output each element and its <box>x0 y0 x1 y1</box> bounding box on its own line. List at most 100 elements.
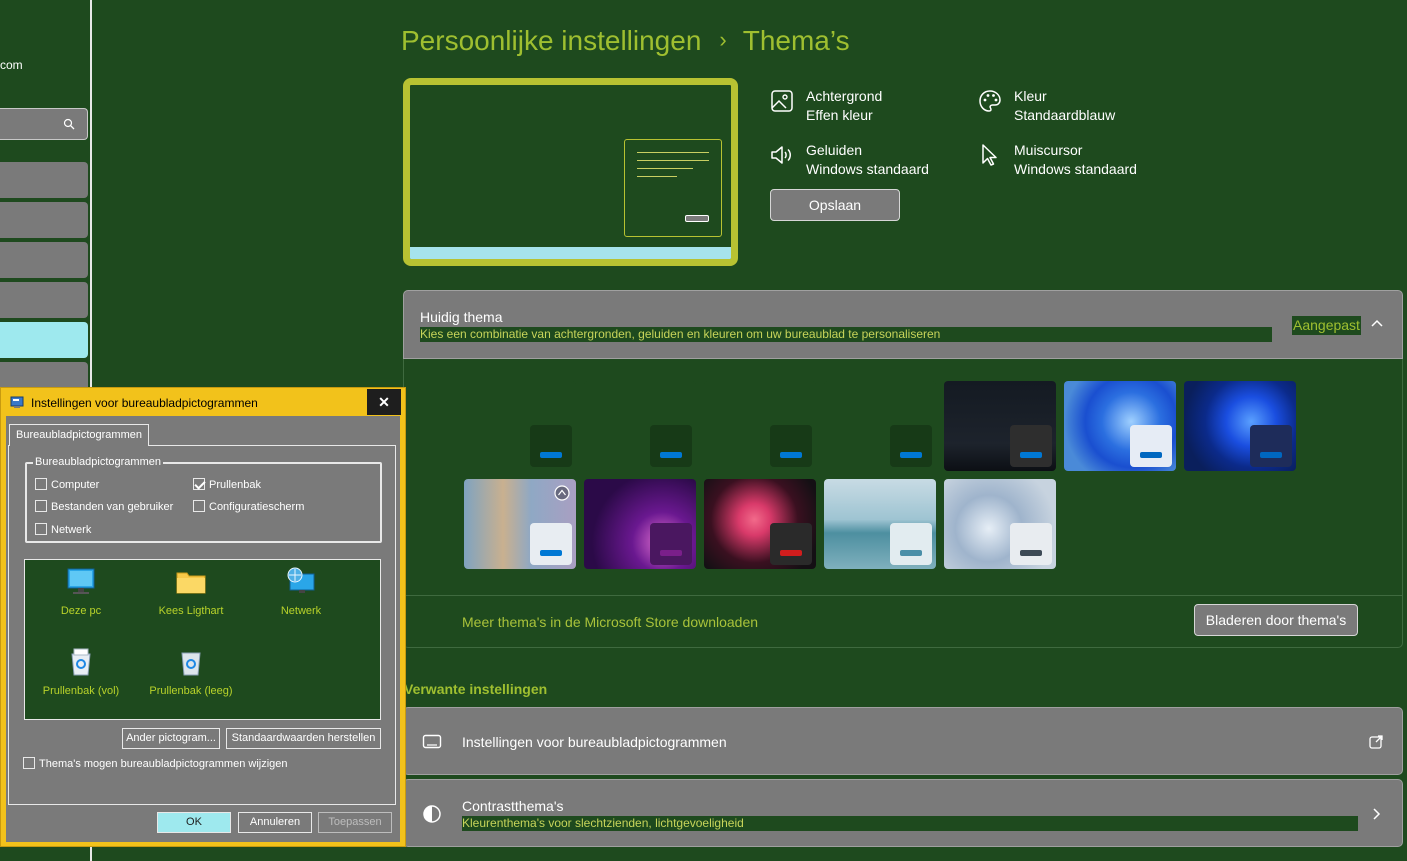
related-settings-heading: Verwante instellingen <box>404 681 548 697</box>
palette-icon <box>979 90 1001 112</box>
sidebar-item[interactable] <box>0 202 88 238</box>
chevron-up-icon[interactable] <box>1370 318 1384 328</box>
theme-color-chip <box>890 425 932 467</box>
sidebar-item[interactable] <box>0 242 88 278</box>
more-themes-link[interactable]: Meer thema's in de Microsoft Store downl… <box>462 614 758 630</box>
theme-thumbnail[interactable] <box>584 479 696 569</box>
checkbox-box <box>23 757 35 770</box>
desktop-icon-settings-dialog: Instellingen voor bureaubladpictogrammen… <box>0 387 406 847</box>
theme-thumbnail[interactable] <box>704 381 816 471</box>
contrast-themes-title: Contrastthema's <box>462 798 564 814</box>
search-input[interactable] <box>0 108 88 140</box>
background-label: Achtergrond <box>806 88 883 104</box>
divider <box>404 595 1402 596</box>
checkbox-box <box>193 500 205 513</box>
theme-accent-bar <box>1020 452 1042 458</box>
checkbox-label: Netwerk <box>51 524 92 536</box>
cursor-label: Muiscursor <box>1014 142 1083 158</box>
breadcrumb: Persoonlijke instellingen › Thema’s <box>401 25 850 57</box>
sounds-value: Windows standaard <box>806 161 929 177</box>
monitor-icon <box>422 734 442 749</box>
network-checkbox[interactable]: Netwerk <box>35 523 92 537</box>
recycle-bin-full-item[interactable]: Prullenbak (vol) <box>36 646 126 697</box>
control-panel-checkbox[interactable]: Configuratiescherm <box>193 500 305 514</box>
desktop-icons-group: Bureaubladpictogrammen Computer Prullenb… <box>25 456 382 543</box>
theme-color-chip <box>770 425 812 467</box>
background-setting[interactable]: Achtergrond Effen kleur <box>770 87 950 127</box>
theme-thumbnail[interactable] <box>584 381 696 471</box>
user-folder-item[interactable]: Kees Ligthart <box>146 566 236 617</box>
tab-desktop-icons[interactable]: Bureaubladpictogrammen <box>9 424 149 446</box>
save-theme-button[interactable]: Opslaan <box>770 189 900 221</box>
color-value: Standaardblauw <box>1014 107 1116 123</box>
recycle-bin-full-icon <box>71 648 91 676</box>
recycle-bin-empty-item[interactable]: Prullenbak (leeg) <box>146 646 236 697</box>
checkbox-box <box>35 500 47 513</box>
contrast-themes-description: Kleurenthema's voor slechtzienden, licht… <box>462 816 1358 831</box>
theme-thumbnail[interactable] <box>464 381 576 471</box>
desktop-icon-settings-link[interactable]: Instellingen voor bureaubladpictogrammen <box>403 707 1403 775</box>
search-icon <box>63 118 75 130</box>
theme-thumbnail[interactable] <box>824 479 936 569</box>
breadcrumb-parent[interactable]: Persoonlijke instellingen <box>401 25 701 56</box>
group-label: Bureaubladpictogrammen <box>33 456 163 468</box>
theme-accent-bar <box>900 550 922 556</box>
contrast-icon <box>423 805 441 823</box>
computer-checkbox[interactable]: Computer <box>35 478 99 492</box>
checkbox-label: Bestanden van gebruiker <box>51 501 174 513</box>
theme-color-chip <box>890 523 932 565</box>
theme-color-chip <box>650 425 692 467</box>
user-files-checkbox[interactable]: Bestanden van gebruiker <box>35 500 174 514</box>
theme-thumbnail[interactable] <box>1064 381 1176 471</box>
theme-thumbnail[interactable] <box>704 479 816 569</box>
icon-label: Deze pc <box>60 605 102 617</box>
page-title: Thema’s <box>742 25 850 56</box>
browse-themes-button[interactable]: Bladeren door thema's <box>1194 604 1358 636</box>
speaker-icon <box>771 146 791 164</box>
cursor-setting[interactable]: Muiscursor Windows standaard <box>978 141 1158 181</box>
sidebar-item[interactable] <box>0 162 88 198</box>
network-item[interactable]: Netwerk <box>256 566 346 617</box>
preview-taskbar <box>410 247 731 259</box>
allow-themes-checkbox[interactable]: Thema's mogen bureaubladpictogrammen wij… <box>23 757 288 771</box>
recycle-bin-checkbox[interactable]: Prullenbak <box>193 478 261 492</box>
theme-accent-bar <box>660 550 682 556</box>
theme-thumbnail[interactable] <box>1184 381 1296 471</box>
theme-preview <box>403 78 738 266</box>
theme-thumbnail[interactable] <box>824 381 936 471</box>
cancel-button[interactable]: Annuleren <box>238 812 312 833</box>
theme-accent-bar <box>1140 452 1162 458</box>
dialog-client: Bureaubladpictogrammen Bureaubladpictogr… <box>6 416 400 842</box>
change-icon-button[interactable]: Ander pictogram... <box>122 728 220 749</box>
color-setting[interactable]: Kleur Standaardblauw <box>978 87 1158 127</box>
contrast-themes-link[interactable]: Contrastthema's Kleurenthema's voor slec… <box>403 779 1403 847</box>
this-pc-item[interactable]: Deze pc <box>36 566 126 617</box>
checkbox-label: Configuratiescherm <box>209 501 305 513</box>
dialog-title: Instellingen voor bureaubladpictogrammen <box>31 396 258 410</box>
theme-accent-bar <box>900 452 922 458</box>
icon-label: Kees Ligthart <box>158 605 224 617</box>
dialog-titlebar[interactable]: Instellingen voor bureaubladpictogrammen… <box>1 388 405 416</box>
theme-thumbnail[interactable] <box>944 479 1056 569</box>
theme-color-chip <box>1010 425 1052 467</box>
sidebar-item-personalization[interactable] <box>0 322 88 358</box>
apply-button[interactable]: Toepassen <box>318 812 392 833</box>
icon-label: Netwerk <box>280 605 322 617</box>
theme-accent-bar <box>540 452 562 458</box>
tab-panel: Bureaubladpictogrammen Computer Prullenb… <box>8 445 396 805</box>
desktop-icons-list: Deze pc Kees Ligthart Netwerk Prullenbak… <box>24 559 381 720</box>
theme-accent-bar <box>780 550 802 556</box>
ok-button[interactable]: OK <box>157 812 231 833</box>
background-value: Effen kleur <box>806 107 873 123</box>
current-theme-body: Meer thema's in de Microsoft Store downl… <box>403 359 1403 648</box>
account-email: com <box>0 58 23 72</box>
close-button[interactable]: ✕ <box>367 389 401 415</box>
theme-thumbnail[interactable] <box>464 479 576 569</box>
sounds-setting[interactable]: Geluiden Windows standaard <box>770 141 950 181</box>
current-theme-header[interactable]: Huidig thema Kies een combinatie van ach… <box>403 290 1403 359</box>
theme-thumbnail[interactable] <box>944 381 1056 471</box>
theme-color-chip <box>1250 425 1292 467</box>
cursor-value: Windows standaard <box>1014 161 1137 177</box>
sidebar-item[interactable] <box>0 282 88 318</box>
restore-default-button[interactable]: Standaardwaarden herstellen <box>226 728 381 749</box>
